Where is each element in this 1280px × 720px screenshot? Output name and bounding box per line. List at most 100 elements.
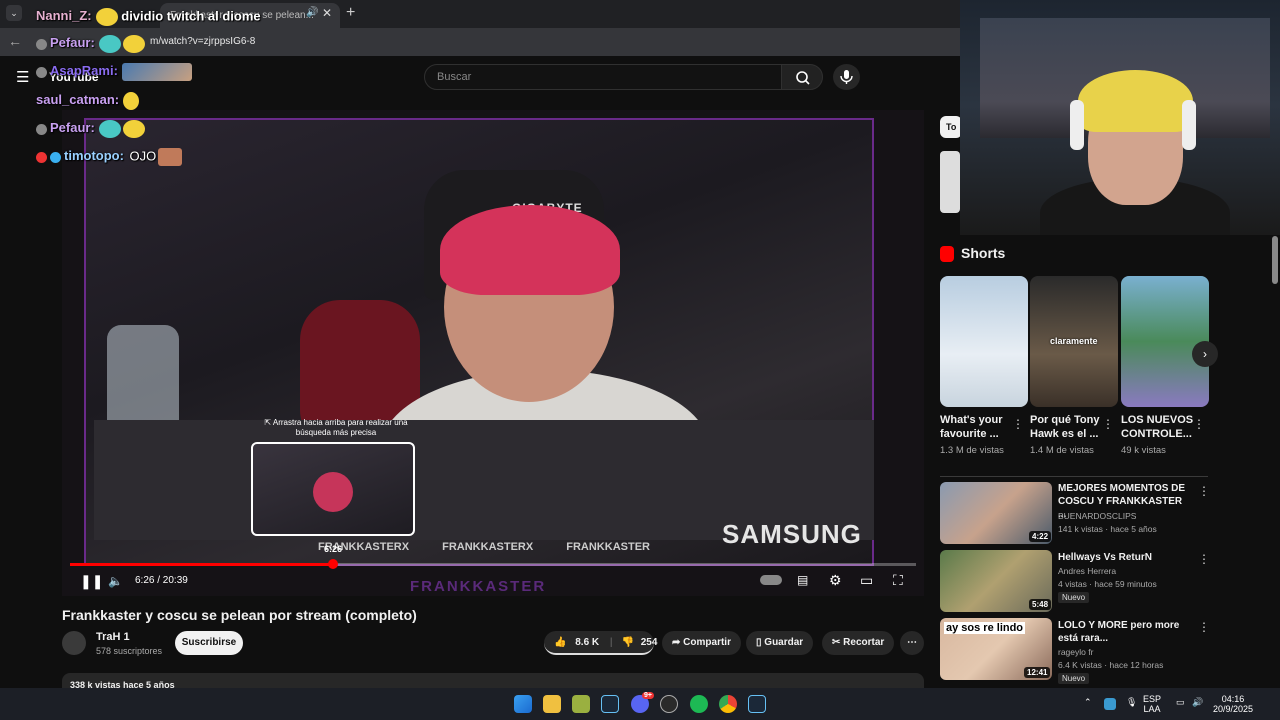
related-thumbnail[interactable] bbox=[940, 151, 960, 213]
back-arrow-icon[interactable]: ← bbox=[8, 33, 22, 49]
chevron-right-icon[interactable]: › bbox=[1192, 341, 1218, 367]
app-icon[interactable] bbox=[660, 695, 678, 713]
more-vert-icon[interactable]: ⋮ bbox=[1198, 620, 1210, 634]
subtitles-icon[interactable]: ▤ bbox=[797, 573, 808, 587]
short-views: 49 k vistas bbox=[1121, 445, 1166, 456]
close-icon[interactable]: ✕ bbox=[322, 6, 332, 20]
more-vert-icon[interactable]: ⋮ bbox=[1193, 417, 1205, 431]
chat-username: AsapRami: bbox=[50, 63, 118, 79]
theater-mode-icon[interactable]: ▭ bbox=[860, 572, 873, 589]
short-thumbnail[interactable] bbox=[940, 276, 1028, 407]
menu-icon[interactable]: ☰ bbox=[16, 68, 29, 86]
tab-list-icon[interactable]: ⌄ bbox=[6, 5, 22, 21]
short-thumbnail[interactable]: claramente bbox=[1030, 276, 1118, 407]
language-indicator[interactable]: ESP LAA bbox=[1143, 694, 1161, 714]
short-title[interactable]: LOS NUEVOS CONTROLE... bbox=[1121, 413, 1197, 441]
new-tab-icon[interactable]: + bbox=[346, 4, 355, 22]
short-title[interactable]: Por qué Tony Hawk es el ... bbox=[1030, 413, 1106, 441]
more-vert-icon[interactable]: ⋮ bbox=[1198, 484, 1210, 498]
speaker-icon[interactable]: 🔊 bbox=[306, 7, 318, 18]
more-actions-button[interactable]: ⋯ bbox=[900, 631, 924, 655]
short-overlay-text: claramente bbox=[1050, 336, 1098, 346]
steam-icon[interactable] bbox=[601, 695, 619, 713]
bookmark-icon: ▯ bbox=[756, 637, 762, 648]
webcam-person-beanie bbox=[1078, 70, 1193, 132]
like-count[interactable]: 8.6 K bbox=[575, 637, 599, 648]
headphones-icon bbox=[1182, 100, 1196, 150]
emote-icon bbox=[123, 92, 140, 110]
overlay-bottom-text: FRANKKASTER bbox=[410, 578, 547, 595]
dislike-count[interactable]: 254 bbox=[641, 637, 658, 648]
emote-icon bbox=[121, 63, 192, 81]
network-icon[interactable]: ▭ bbox=[1176, 697, 1185, 707]
channel-name[interactable]: TraH 1 bbox=[96, 631, 130, 643]
channel-name[interactable]: BUENARDOSCLIPS bbox=[1058, 511, 1136, 521]
search-input[interactable]: Buscar bbox=[424, 64, 782, 90]
more-vert-icon[interactable]: ⋮ bbox=[1102, 417, 1114, 431]
settings-gear-icon[interactable]: ⚙ bbox=[829, 572, 842, 589]
chevron-up-icon[interactable]: ⌃ bbox=[1084, 697, 1092, 707]
scrubber-handle[interactable] bbox=[328, 559, 338, 569]
scissors-icon: ✂ bbox=[832, 637, 841, 648]
share-button[interactable]: ➦ Compartir bbox=[662, 631, 741, 655]
search-button[interactable] bbox=[781, 64, 823, 90]
badge-icon bbox=[36, 66, 47, 78]
like-dislike-group: 👍 8.6 K | 👎 254 bbox=[544, 631, 657, 655]
more-vert-icon[interactable]: ⋮ bbox=[1198, 552, 1210, 566]
preview-time: 6:26 bbox=[324, 544, 343, 554]
microphone-button[interactable] bbox=[833, 64, 860, 90]
chat-message: Pefaur: bbox=[36, 35, 145, 53]
file-explorer-icon[interactable] bbox=[543, 695, 561, 713]
tray-app-icon[interactable] bbox=[1104, 698, 1116, 710]
chat-username: saul_catman: bbox=[36, 92, 120, 108]
search-icon bbox=[796, 71, 810, 85]
volume-icon[interactable]: 🔈 bbox=[108, 574, 123, 588]
pause-icon[interactable]: ❚❚ bbox=[80, 573, 103, 590]
autoplay-toggle[interactable] bbox=[760, 575, 782, 585]
dislike-icon[interactable]: 👎 bbox=[622, 637, 634, 648]
progress-bar-played bbox=[70, 563, 333, 566]
emote-icon bbox=[98, 35, 121, 53]
save-button[interactable]: ▯ Guardar bbox=[746, 631, 814, 655]
channel-avatar[interactable] bbox=[62, 631, 86, 655]
emote-icon bbox=[98, 120, 121, 138]
subscribe-button[interactable]: Suscribirse bbox=[175, 631, 243, 655]
spotify-icon[interactable] bbox=[690, 695, 708, 713]
clock[interactable]: 04:16 20/9/2025 bbox=[1213, 694, 1253, 714]
steam-icon[interactable] bbox=[748, 695, 766, 713]
video-title[interactable]: Hellways Vs ReturN bbox=[1058, 551, 1190, 564]
clip-button[interactable]: ✂ Recortar bbox=[822, 631, 895, 655]
windows-start-icon[interactable] bbox=[514, 695, 532, 713]
share-label: Compartir bbox=[683, 637, 731, 648]
video-title[interactable]: LOLO Y MORE pero more está rara... bbox=[1058, 619, 1190, 645]
discord-badge: 9+ bbox=[642, 692, 654, 699]
more-vert-icon[interactable]: ⋮ bbox=[1012, 417, 1024, 431]
like-icon[interactable]: 👍 bbox=[554, 637, 566, 648]
chat-message: AsapRami: bbox=[36, 63, 192, 81]
time-display: 6:26 / 20:39 bbox=[135, 575, 188, 586]
short-title[interactable]: What's your favourite ... bbox=[940, 413, 1016, 441]
social-handle: FRANKKASTERX bbox=[442, 541, 534, 553]
shorts-icon bbox=[940, 246, 954, 262]
channel-name[interactable]: rageylo fr bbox=[1058, 647, 1093, 657]
emote-icon bbox=[158, 148, 183, 166]
duration-badge: 4:22 bbox=[1029, 531, 1052, 542]
mic-icon bbox=[840, 70, 853, 84]
fullscreen-icon[interactable]: ⛶ bbox=[893, 572, 903, 589]
volume-tray-icon[interactable]: 🔊 bbox=[1192, 697, 1203, 707]
url-field[interactable]: m/watch?v=zjrppsIG6-8 bbox=[150, 36, 255, 47]
filter-chip[interactable]: To bbox=[940, 116, 962, 138]
page-scrollbar[interactable] bbox=[1272, 236, 1278, 284]
preview-hint: ⇱ Arrastra hacia arriba para realizar un… bbox=[264, 418, 408, 437]
video-person-hair bbox=[440, 205, 620, 295]
channel-name[interactable]: Andres Herrera bbox=[1058, 566, 1116, 576]
badge-icon bbox=[36, 38, 47, 50]
chat-message: saul_catman: bbox=[36, 92, 140, 110]
chat-username: timotopo: bbox=[64, 148, 124, 164]
chrome-icon[interactable] bbox=[719, 695, 737, 713]
microphone-tray-icon[interactable]: 🎙 bbox=[1126, 697, 1137, 707]
save-label: Guardar bbox=[764, 637, 804, 648]
short-thumbnail[interactable] bbox=[1121, 276, 1209, 407]
emote-icon bbox=[95, 8, 118, 26]
app-icon[interactable] bbox=[572, 695, 590, 713]
